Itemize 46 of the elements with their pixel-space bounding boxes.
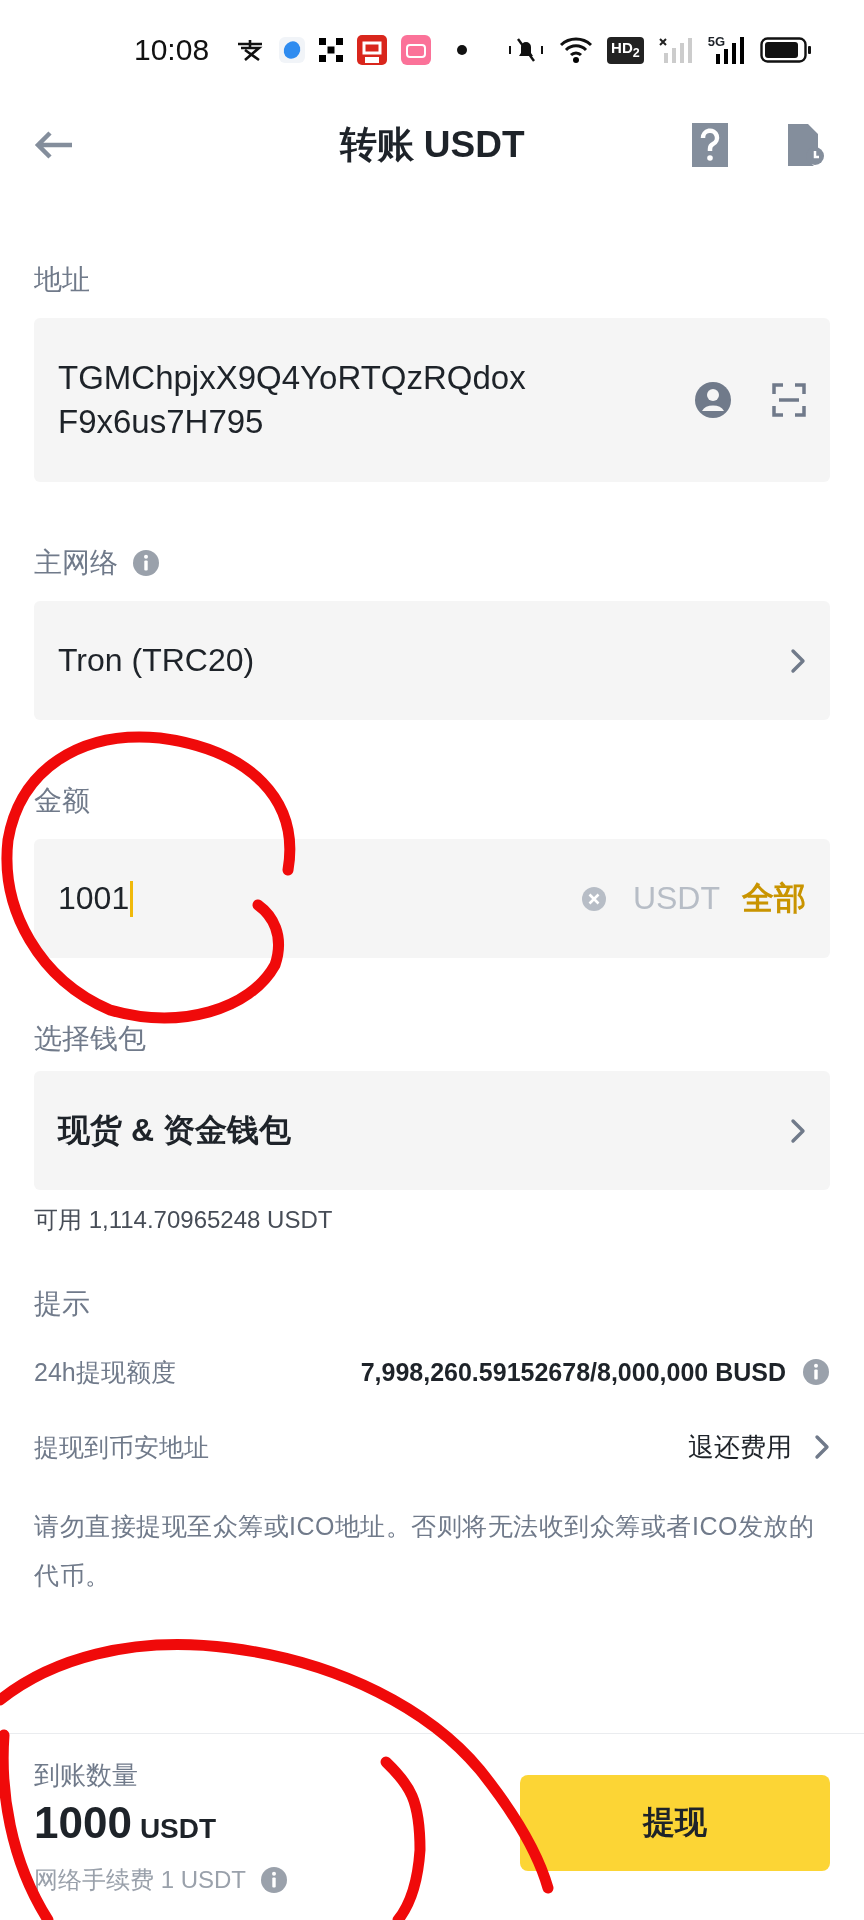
address-field[interactable]: TGMChpjxX9Q4YoRTQzRQdoxF9x6us7H795 — [34, 318, 830, 482]
app-icon — [319, 38, 344, 62]
hd-badge: HD$_{2}$ — [607, 36, 644, 64]
contact-icon[interactable] — [694, 381, 732, 419]
app-icon — [357, 35, 388, 65]
clear-icon[interactable] — [580, 885, 607, 912]
back-arrow-icon[interactable] — [34, 130, 74, 160]
battery-icon — [759, 37, 812, 63]
tip-label: 提现到币安地址 — [34, 1431, 209, 1463]
network-selector[interactable]: Tron (TRC20) — [34, 601, 830, 720]
receive-amount: 1000 — [34, 1798, 132, 1847]
chevron-icon — [814, 1434, 830, 1460]
field-label: 主网络 — [34, 546, 118, 580]
warning-text: 请勿直接提现至众筹或ICO地址。否则将无法收到众筹或者ICO发放的代币。 — [34, 1511, 816, 1591]
no-signal-icon — [657, 37, 694, 63]
chevron-icon — [790, 647, 806, 674]
field-label: 选择钱包 — [34, 1022, 146, 1056]
available-balance: 可用 1,114.70965248 USDT — [34, 1206, 333, 1233]
refund-link[interactable]: 退还费用 — [688, 1429, 792, 1465]
limit-value: 7,998,260.59152678/8,000,000 BUSD — [360, 1357, 786, 1387]
section-title: 提示 — [34, 1288, 90, 1319]
withdraw-button[interactable]: 提现 — [520, 1775, 830, 1871]
network-fee: 网络手续费 1 USDT — [34, 1865, 246, 1895]
info-icon[interactable] — [132, 549, 160, 577]
unit-label: USDT — [139, 1813, 217, 1844]
network-type: 5G — [707, 34, 726, 49]
page-title: 转账 USDT — [339, 124, 525, 165]
status-time: 10:08 — [134, 33, 210, 67]
help-icon[interactable] — [692, 123, 728, 167]
tip-label: 24h提现额度 — [34, 1356, 176, 1388]
scan-icon[interactable] — [772, 383, 806, 417]
wallet-selector[interactable]: 现货 & 资金钱包 — [34, 1071, 830, 1190]
wifi-icon — [559, 36, 594, 64]
field-label: 地址 — [34, 263, 90, 297]
receive-label: 到账数量 — [34, 1759, 139, 1792]
dot-icon — [457, 45, 468, 55]
app-icon — [401, 35, 432, 65]
unit-label: USDT — [632, 880, 720, 917]
info-icon[interactable] — [260, 1866, 288, 1894]
amount-field[interactable]: 1001 USDT 全部 — [34, 839, 830, 958]
field-label: 金额 — [34, 784, 90, 818]
chevron-icon — [790, 1117, 806, 1144]
app-icon — [279, 37, 306, 63]
muted-bell-icon — [507, 36, 546, 64]
history-icon[interactable] — [788, 124, 824, 166]
info-icon[interactable] — [802, 1358, 830, 1386]
